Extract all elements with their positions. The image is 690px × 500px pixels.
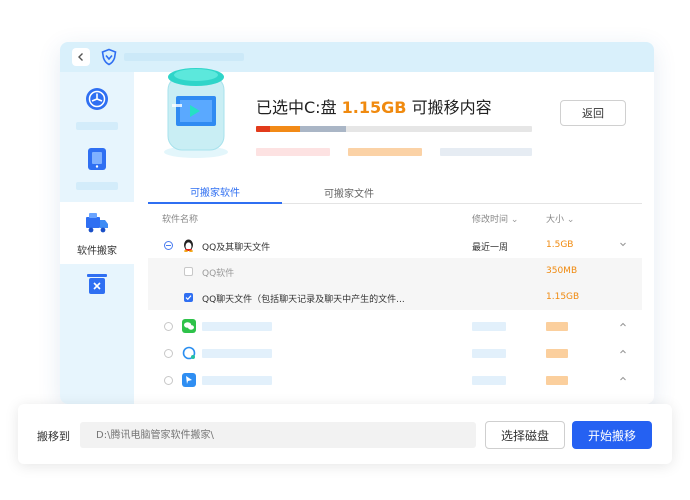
- sidebar: 软件搬家: [60, 72, 134, 404]
- choose-disk-button[interactable]: 选择磁盘: [485, 421, 565, 449]
- modified-placeholder: [472, 322, 506, 331]
- main-window: 软件搬家 已选中C:盘 1.15GB 可搬移内容 返回 可搬家软件 可搬家文件 …: [60, 42, 654, 404]
- destination-path-input[interactable]: [80, 422, 476, 448]
- storage-hero-illustration: [164, 68, 228, 158]
- title-suffix: 可搬移内容: [411, 98, 492, 117]
- size-placeholder: [546, 322, 568, 331]
- sidebar-item-cleanup[interactable]: [60, 86, 134, 130]
- storage-segment-red: [256, 126, 270, 132]
- fan-icon: [86, 88, 108, 110]
- move-to-label: 搬移到: [37, 430, 70, 443]
- tab-software[interactable]: 可搬家软件: [148, 180, 282, 204]
- name-placeholder: [202, 322, 272, 331]
- legend-placeholder-grey: [440, 148, 532, 156]
- table-row-wechat[interactable]: [148, 313, 642, 339]
- column-name: 软件名称: [162, 215, 199, 225]
- table-row-feather[interactable]: [148, 367, 642, 393]
- size-placeholder: [546, 349, 568, 358]
- feather-icon: [182, 373, 196, 387]
- tab-files[interactable]: 可搬家文件: [282, 180, 416, 204]
- move-footer: 搬移到 选择磁盘 开始搬移: [18, 404, 672, 464]
- chevron-up-icon[interactable]: [618, 320, 628, 330]
- check-icon: [185, 295, 192, 301]
- return-button[interactable]: 返回: [560, 100, 626, 126]
- modified-placeholder: [472, 376, 506, 385]
- group-size: 1.5GB: [546, 240, 574, 250]
- browser-icon: [182, 346, 196, 360]
- title-prefix: 已选中C:盘: [256, 98, 337, 117]
- app-stage: 软件搬家 已选中C:盘 1.15GB 可搬移内容 返回 可搬家软件 可搬家文件 …: [0, 0, 690, 500]
- row-radio[interactable]: [164, 349, 173, 358]
- child-name: QQ软件: [202, 269, 235, 279]
- chevron-down-icon: ⌄: [566, 215, 575, 225]
- title-bar: [60, 42, 654, 72]
- qq-penguin-icon: [184, 239, 193, 252]
- qq-chat-files-checkbox[interactable]: [184, 293, 193, 302]
- column-modified-label: 修改时间: [472, 215, 509, 225]
- table-row-browser[interactable]: [148, 340, 642, 366]
- storage-segment-grey: [300, 126, 346, 132]
- table-row-qq-chat-files[interactable]: QQ聊天文件（包括聊天记录及聊天中产生的文件... 1.15GB: [148, 284, 642, 310]
- selected-size: 1.15GB: [341, 98, 407, 117]
- legend-placeholder-orange: [348, 148, 422, 156]
- storage-usage-bar: [256, 126, 532, 132]
- row-radio[interactable]: [164, 322, 173, 331]
- legend-placeholder-red: [256, 148, 330, 156]
- child-size: 350MB: [546, 266, 578, 276]
- back-arrow-icon: [78, 53, 83, 61]
- column-size-label: 大小: [546, 215, 565, 225]
- group-modified: 最近一周: [472, 243, 509, 253]
- size-placeholder: [546, 376, 568, 385]
- name-placeholder: [202, 349, 272, 358]
- child-name: QQ聊天文件（包括聊天记录及聊天中产生的文件...: [202, 295, 405, 305]
- column-size[interactable]: 大小 ⌄: [546, 212, 574, 225]
- title-placeholder: [124, 53, 244, 61]
- chevron-up-icon[interactable]: [618, 374, 628, 384]
- start-move-button[interactable]: 开始搬移: [572, 421, 652, 449]
- wechat-icon: [182, 319, 196, 333]
- modified-placeholder: [472, 349, 506, 358]
- table-row-group-qq[interactable]: QQ及其聊天文件 最近一周 1.5GB: [148, 232, 642, 258]
- collapse-toggle[interactable]: [164, 241, 173, 250]
- tab-bar: 可搬家软件 可搬家文件: [148, 180, 642, 204]
- qq-software-checkbox[interactable]: [184, 267, 193, 276]
- sidebar-item-software-move[interactable]: 软件搬家: [60, 202, 134, 264]
- sidebar-item-phone[interactable]: [60, 146, 134, 190]
- sidebar-label-placeholder: [76, 122, 118, 130]
- trash-icon: [87, 274, 107, 294]
- table-header: 软件名称 修改时间 ⌄ 大小 ⌄: [148, 208, 642, 228]
- chevron-up-icon[interactable]: [618, 347, 628, 357]
- chevron-down-icon[interactable]: [618, 239, 628, 249]
- storage-segment-orange: [270, 126, 300, 132]
- phone-icon: [88, 148, 106, 170]
- back-button[interactable]: [72, 48, 90, 66]
- shield-logo-icon: [101, 48, 117, 66]
- column-modified[interactable]: 修改时间 ⌄: [472, 212, 518, 225]
- chevron-down-icon: ⌄: [510, 215, 519, 225]
- table-row-qq-software[interactable]: QQ软件 350MB: [148, 258, 642, 284]
- sidebar-label-placeholder: [76, 182, 118, 190]
- sidebar-item-uninstall[interactable]: [60, 270, 134, 296]
- row-radio[interactable]: [164, 376, 173, 385]
- truck-icon: [86, 212, 108, 232]
- child-size: 1.15GB: [546, 292, 580, 302]
- group-name: QQ及其聊天文件: [202, 243, 271, 253]
- sidebar-active-label: 软件搬家: [77, 245, 117, 257]
- page-title: 已选中C:盘 1.15GB 可搬移内容: [256, 94, 492, 118]
- name-placeholder: [202, 376, 272, 385]
